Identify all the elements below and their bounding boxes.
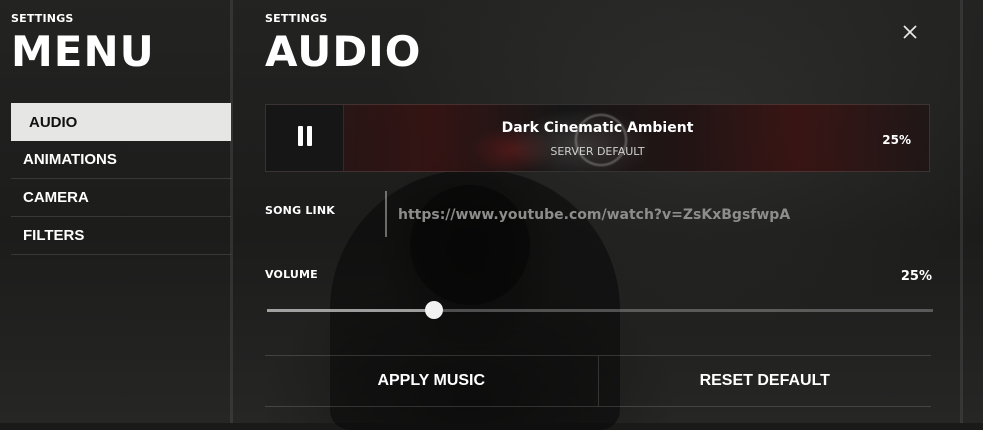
volume-slider-fill	[267, 309, 434, 312]
album-art-background	[411, 105, 781, 171]
sidebar-item-label: FILTERS	[23, 227, 85, 244]
player-volume-readout: 25%	[882, 133, 911, 147]
volume-slider[interactable]	[267, 301, 933, 319]
sidebar-item-label: AUDIO	[29, 113, 78, 131]
apply-music-button[interactable]: APPLY MUSIC	[265, 356, 599, 406]
volume-slider-handle[interactable]	[425, 301, 443, 319]
sidebar-item-audio[interactable]: AUDIO	[11, 103, 231, 141]
page-title: AUDIO	[265, 27, 422, 76]
sidebar-menu: AUDIO ANIMATIONS CAMERA FILTERS	[11, 103, 231, 255]
close-icon	[903, 25, 917, 39]
song-title: Dark Cinematic Ambient	[501, 120, 694, 136]
song-link-input[interactable]	[398, 202, 918, 228]
sidebar-item-label: ANIMATIONS	[23, 151, 117, 168]
music-player: Dark Cinematic Ambient SERVER DEFAULT 25…	[265, 104, 930, 172]
background-pole	[960, 0, 963, 423]
sidebar-item-camera[interactable]: CAMERA	[11, 179, 231, 217]
page-eyebrow: SETTINGS	[265, 12, 328, 25]
reset-default-label: RESET DEFAULT	[699, 372, 830, 389]
close-button[interactable]	[898, 20, 922, 44]
song-link-divider	[385, 191, 387, 237]
sidebar-title: MENU	[11, 27, 155, 76]
sidebar-item-filters[interactable]: FILTERS	[11, 217, 231, 255]
sidebar-item-label: CAMERA	[23, 189, 89, 206]
song-subtitle: SERVER DEFAULT	[550, 145, 645, 158]
sidebar-header: SETTINGS MENU	[11, 12, 231, 73]
action-bar: APPLY MUSIC RESET DEFAULT	[265, 355, 931, 407]
reset-default-button[interactable]: RESET DEFAULT	[599, 356, 932, 406]
sidebar-eyebrow: SETTINGS	[11, 12, 74, 25]
sidebar-item-animations[interactable]: ANIMATIONS	[11, 141, 231, 179]
apply-music-label: APPLY MUSIC	[377, 372, 486, 389]
page-header: SETTINGS AUDIO	[265, 12, 422, 73]
song-link-label: SONG LINK	[265, 204, 335, 217]
volume-readout: 25%	[900, 269, 932, 284]
volume-label: VOLUME	[265, 268, 318, 281]
pause-button[interactable]	[266, 105, 344, 171]
